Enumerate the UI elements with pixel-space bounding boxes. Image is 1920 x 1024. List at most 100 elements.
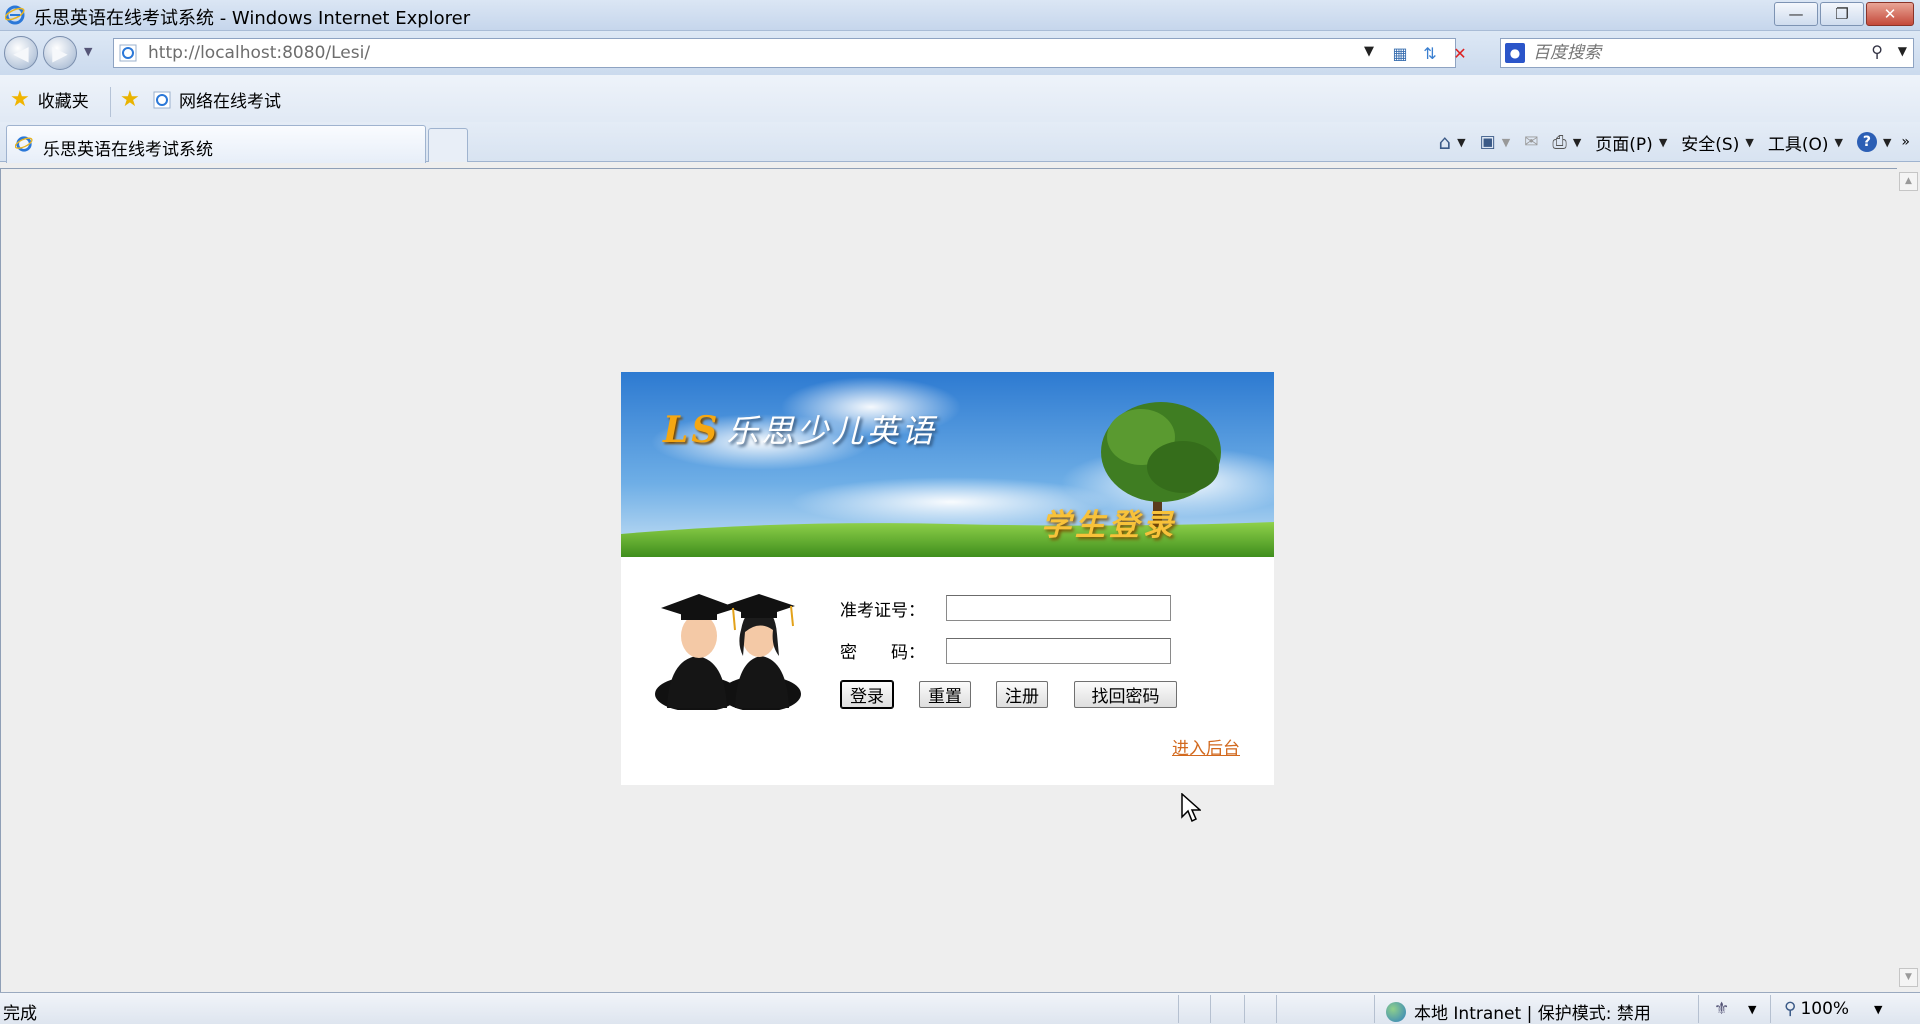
minimize-button[interactable]: — — [1774, 2, 1818, 26]
command-bar: ⌂ ▼ ▣ ▼ ✉ ⎙ ▼ 页面(P) ▼ 安全(S) ▼ 工具(O) ▼ ? ▼ » — [1424, 128, 1910, 156]
ie-icon — [5, 5, 25, 25]
chevron-down-icon: ▼ — [1834, 135, 1843, 149]
recover-password-button[interactable]: 找回密码 — [1074, 681, 1177, 708]
login-banner: LS 乐思少儿英语 学生登录 — [621, 372, 1274, 557]
mail-icon: ✉ — [1524, 132, 1539, 152]
star-icon: ★ — [10, 87, 30, 112]
mail-button[interactable]: ✉ — [1524, 132, 1538, 152]
url-text[interactable]: http://localhost:8080/Lesi/ — [148, 43, 370, 63]
chevron-down-icon[interactable]: ▼ — [1457, 136, 1465, 149]
search-icon[interactable]: ⚲ — [1871, 42, 1883, 61]
print-button[interactable]: ⎙ ▼ — [1552, 132, 1581, 153]
scroll-up-icon[interactable]: ▲ — [1899, 172, 1918, 191]
login-button[interactable]: 登录 — [840, 680, 894, 709]
brand-name: 乐思少儿英语 — [726, 412, 937, 450]
vertical-scrollbar[interactable]: ▲ ▼ — [1897, 168, 1920, 992]
refresh-icon[interactable]: ⇅ — [1416, 41, 1444, 65]
tab-bar: 乐思英语在线考试系统 ⌂ ▼ ▣ ▼ ✉ ⎙ ▼ 页面(P) ▼ 安全(S) ▼ 工具(O… — [0, 122, 1920, 163]
home-icon: ⌂ — [1438, 130, 1452, 154]
status-separator — [1698, 995, 1699, 1023]
window-title: 乐思英语在线考试系统 - Windows Internet Explorer — [34, 8, 471, 29]
admin-login-link[interactable]: 进入后台 — [1172, 734, 1240, 759]
security-zone[interactable]: 本地 Intranet | 保护模式: 禁用 — [1386, 999, 1651, 1024]
address-bar[interactable]: http://localhost:8080/Lesi/ ▼ ▦ ⇅ ✕ — [113, 38, 1467, 68]
page-menu-label: 页面(P) — [1595, 134, 1653, 155]
chevron-down-icon: ▼ — [1745, 135, 1754, 149]
stop-icon[interactable]: ✕ — [1446, 41, 1474, 65]
help-icon: ? — [1856, 132, 1877, 152]
chevron-down-icon[interactable]: ▼ — [1748, 1003, 1756, 1016]
tools-menu-label: 工具(O) — [1767, 134, 1829, 155]
mouse-cursor-icon — [1181, 793, 1201, 823]
status-separator — [1178, 995, 1179, 1023]
zoom-dropdown-icon[interactable]: ▼ — [1874, 1003, 1882, 1016]
add-to-favorites-icon: ★ — [120, 87, 140, 112]
toolbar-overflow-button[interactable]: » — [1901, 134, 1910, 150]
exam-id-input[interactable] — [946, 595, 1171, 621]
brand-logo: LS 乐思少儿英语 — [663, 406, 936, 452]
graduates-avatar-icon — [655, 594, 801, 710]
safety-menu-label: 安全(S) — [1681, 134, 1740, 155]
tab-active[interactable]: 乐思英语在线考试系统 — [6, 125, 426, 163]
help-menu[interactable]: ? ▼ — [1856, 132, 1892, 152]
chevron-down-icon[interactable]: ▼ — [1573, 136, 1581, 149]
favorite-link-label: 网络在线考试 — [179, 92, 281, 112]
close-icon: ✕ — [1883, 5, 1897, 23]
brand-logo-mark: LS — [663, 409, 721, 451]
ie-icon — [15, 136, 33, 152]
printer-icon: ⎙ — [1552, 131, 1567, 153]
address-toolbar: ◀ ▶ ▼ http://localhost:8080/Lesi/ ▼ ▦ ⇅ … — [0, 31, 1920, 75]
compatibility-view-icon[interactable]: ▦ — [1386, 41, 1414, 65]
tools-menu[interactable]: 工具(O) ▼ — [1768, 130, 1843, 155]
url-dropdown-icon[interactable]: ▼ — [1364, 44, 1374, 59]
zoom-control[interactable]: ⚲ 100% — [1784, 999, 1849, 1019]
chevron-down-icon[interactable]: ▼ — [1502, 136, 1510, 149]
feeds-button[interactable]: ▣ ▼ — [1480, 132, 1511, 152]
page-menu[interactable]: 页面(P) ▼ — [1595, 130, 1667, 155]
search-input[interactable] — [1533, 42, 1833, 64]
favorite-link-online-exam[interactable]: 网络在线考试 — [153, 87, 281, 112]
safety-menu[interactable]: 安全(S) ▼ — [1681, 130, 1754, 155]
close-window-button[interactable]: ✕ — [1866, 2, 1914, 26]
back-button[interactable]: ◀ — [4, 36, 38, 70]
forward-arrow-icon: ▶ — [52, 41, 68, 65]
restore-button[interactable]: ❐ — [1820, 2, 1864, 26]
register-button[interactable]: 注册 — [996, 681, 1048, 708]
status-separator — [1276, 995, 1277, 1023]
window-title-bar: 乐思英语在线考试系统 - Windows Internet Explorer —… — [0, 0, 1920, 31]
chevron-down-icon: ▼ — [1882, 135, 1892, 149]
new-tab-button[interactable] — [428, 128, 468, 162]
tab-title: 乐思英语在线考试系统 — [43, 140, 213, 160]
status-separator — [1374, 995, 1375, 1023]
scroll-down-icon[interactable]: ▼ — [1899, 968, 1918, 987]
search-box[interactable]: ● ⚲ ▼ — [1500, 38, 1914, 68]
ie-page-icon — [153, 91, 171, 108]
zoom-level: 100% — [1800, 999, 1850, 1019]
favorites-button[interactable]: ★ 收藏夹 — [10, 87, 89, 112]
restore-icon: ❐ — [1835, 5, 1849, 23]
search-options-dropdown[interactable]: ▼ — [1898, 44, 1907, 58]
status-separator — [1770, 995, 1771, 1023]
add-favorite-button[interactable]: ★ — [120, 87, 140, 112]
favorites-bar: ★ 收藏夹 ★ 网络在线考试 — [0, 75, 1920, 129]
status-separator — [1244, 995, 1245, 1023]
login-panel: LS 乐思少儿英语 学生登录 准考证号： 密 码： 登录 重置 注册 找回密码 进… — [621, 372, 1274, 785]
ie-page-icon — [119, 44, 137, 62]
status-text: 完成 — [3, 1004, 37, 1024]
banner-title: 学生登录 — [1041, 508, 1177, 543]
reset-button[interactable]: 重置 — [919, 681, 971, 708]
status-separator — [1210, 995, 1211, 1023]
minimize-icon: — — [1788, 5, 1804, 23]
zoom-icon: ⚲ — [1784, 999, 1797, 1019]
popup-blocker-icon[interactable]: ⚜ — [1714, 999, 1729, 1019]
rss-icon: ▣ — [1479, 132, 1496, 152]
intranet-globe-icon — [1386, 1001, 1406, 1022]
forward-button[interactable]: ▶ — [43, 36, 77, 70]
chevron-down-icon: ▼ — [1658, 135, 1668, 149]
recent-pages-dropdown[interactable]: ▼ — [84, 45, 92, 58]
security-zone-text: 本地 Intranet | 保护模式: 禁用 — [1414, 1004, 1651, 1024]
password-input[interactable] — [946, 638, 1171, 664]
password-label: 密 码： — [840, 643, 925, 663]
back-arrow-icon: ◀ — [13, 41, 29, 65]
home-button[interactable]: ⌂ ▼ — [1438, 130, 1465, 154]
